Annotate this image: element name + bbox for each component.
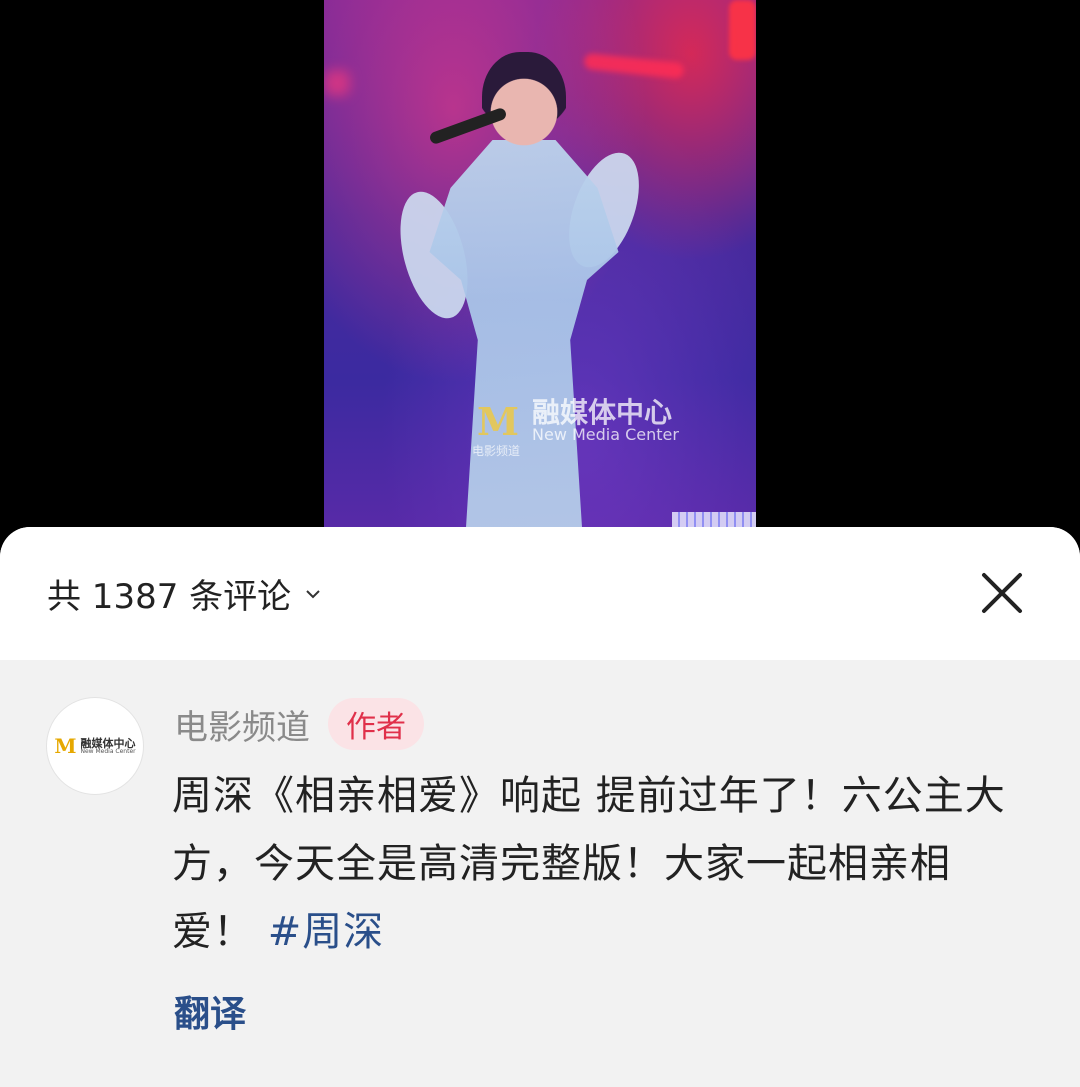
stage-light	[324, 70, 350, 96]
watermark: M 融媒体中心 New Media Center	[472, 398, 679, 444]
author-row: 电影频道 作者	[174, 698, 424, 750]
close-icon[interactable]	[980, 571, 1024, 615]
comment-sheet-header: 共 1387 条评论	[0, 527, 1080, 660]
performer-body	[429, 140, 619, 540]
comment-sheet: 共 1387 条评论 M 融媒体中心 New Media Center 电影频道…	[0, 527, 1080, 1087]
comment-count-dropdown[interactable]: 共 1387 条评论	[47, 569, 321, 618]
hashtag-link[interactable]: #周深	[268, 909, 385, 955]
video-player[interactable]: M 融媒体中心 New Media Center 电影频道	[324, 0, 756, 540]
avatar-subtitle: New Media Center	[80, 747, 136, 755]
watermark-title: 融媒体中心	[532, 396, 673, 429]
stage-light-strip	[672, 512, 756, 528]
comment-count-label: 共 1387 条评论	[47, 577, 292, 617]
watermark-logo-icon: M	[476, 398, 520, 444]
comment-text: 周深《相亲相爱》响起 提前过年了！六公主大方，今天全是高清完整版！大家一起相亲相…	[172, 762, 1022, 966]
watermark-channel: 电影频道	[472, 444, 521, 458]
author-name[interactable]: 电影频道	[174, 700, 310, 749]
avatar-logo-icon: M	[54, 734, 77, 758]
performer-head	[482, 52, 566, 152]
avatar[interactable]: M 融媒体中心 New Media Center	[46, 697, 144, 795]
stage-light	[729, 0, 756, 60]
watermark-subtitle: New Media Center	[532, 425, 679, 445]
author-badge: 作者	[328, 698, 424, 750]
avatar-title: 融媒体中心	[80, 736, 136, 750]
stage-light	[583, 52, 685, 80]
translate-button[interactable]: 翻译	[174, 985, 246, 1037]
chevron-down-icon	[306, 589, 320, 598]
